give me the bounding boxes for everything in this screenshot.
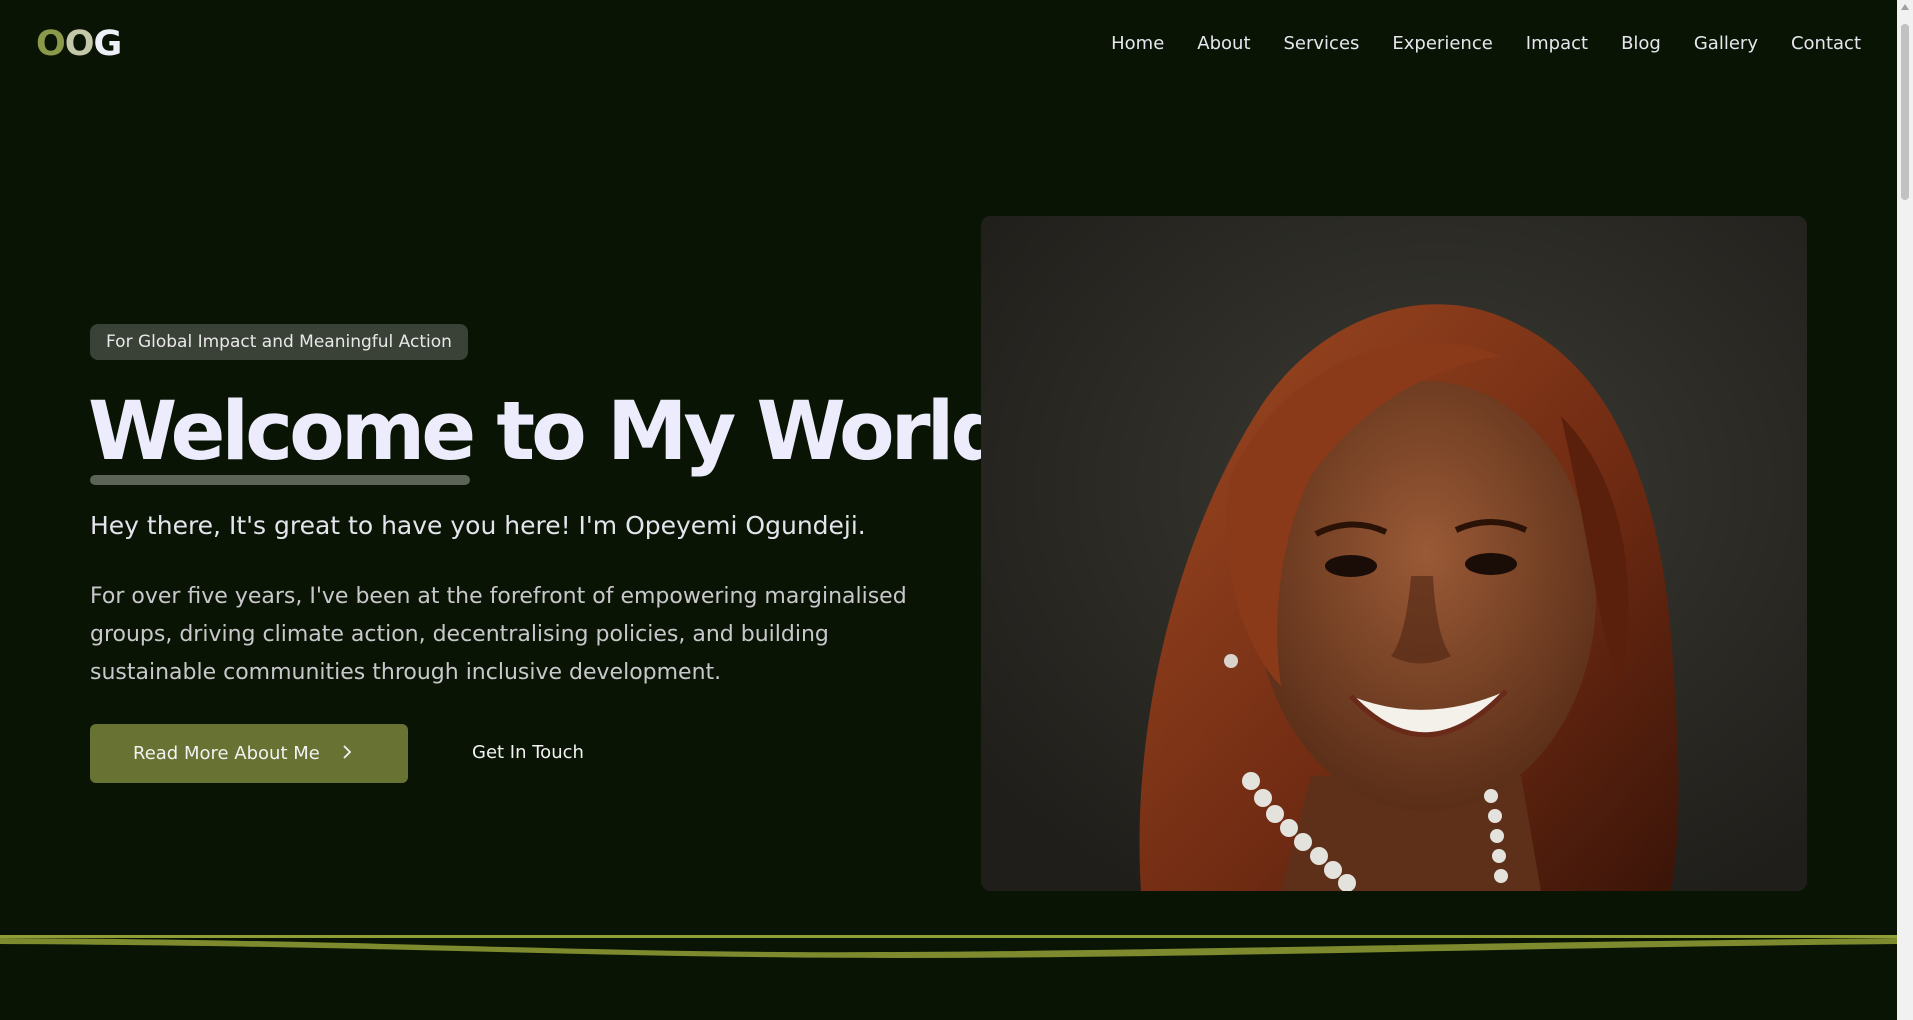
logo-letter-2: O	[64, 24, 95, 64]
headline-highlight-word: Welcome	[88, 385, 476, 485]
wave-divider	[0, 935, 1897, 958]
hero-bio: For over five years, I've been at the fo…	[90, 584, 907, 685]
page-scrollbar[interactable]	[1897, 0, 1913, 1020]
portrait-photo	[981, 216, 1807, 891]
nav-about[interactable]: About	[1197, 33, 1250, 54]
nav-services[interactable]: Services	[1284, 33, 1360, 54]
headline-rest: to My World	[472, 385, 1008, 479]
nav-blog[interactable]: Blog	[1621, 33, 1661, 54]
chevron-right-icon	[342, 743, 352, 764]
nav-experience[interactable]: Experience	[1392, 33, 1492, 54]
main-nav: Home About Services Experience Impact Bl…	[1111, 33, 1861, 54]
read-more-button[interactable]: Read More About Me	[90, 724, 408, 783]
hero-tag: For Global Impact and Meaningful Action	[90, 324, 468, 360]
page: OOG Home About Services Experience Impac…	[0, 0, 1913, 1020]
nav-contact[interactable]: Contact	[1791, 33, 1861, 54]
hero-greeting: Hey there, It's great to have you here! …	[90, 511, 866, 540]
nav-home[interactable]: Home	[1111, 33, 1164, 54]
get-in-touch-button[interactable]: Get In Touch	[472, 742, 584, 763]
scroll-up-icon[interactable]	[1901, 4, 1909, 10]
nav-impact[interactable]: Impact	[1526, 33, 1588, 54]
read-more-label: Read More About Me	[133, 743, 320, 764]
nav-gallery[interactable]: Gallery	[1694, 33, 1758, 54]
logo-letter-1: O	[36, 24, 66, 64]
hero-headline: Welcome to My World	[88, 385, 1008, 485]
logo-letter-3: G	[93, 24, 123, 64]
site-logo[interactable]: OOG	[36, 24, 123, 64]
scrollbar-thumb[interactable]	[1901, 24, 1909, 200]
